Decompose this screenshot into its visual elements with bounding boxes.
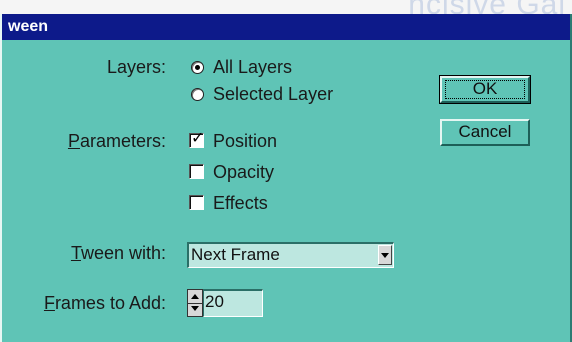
radio-all-layers[interactable] (191, 61, 204, 74)
dialog-title: ween (8, 18, 49, 35)
parameters-label-text: arameters: (79, 131, 166, 151)
parameters-label: Parameters: (62, 130, 166, 152)
check-mark-icon: ✓ (191, 130, 205, 147)
checkbox-opacity-label[interactable]: Opacity (213, 161, 274, 183)
tween-with-select[interactable]: Next Frame (187, 242, 394, 268)
tween-with-label: Tween with: (42, 242, 166, 264)
cancel-button[interactable]: Cancel (440, 119, 530, 146)
frames-to-add-input[interactable]: 20 (203, 289, 263, 317)
tween-with-label-text: ween with: (80, 243, 166, 263)
frames-stepper[interactable] (187, 289, 203, 317)
checkbox-effects-label[interactable]: Effects (213, 192, 268, 214)
checkbox-opacity[interactable] (189, 164, 204, 179)
frames-to-add-label-mnemonic: F (43, 293, 55, 313)
dialog-title-bar[interactable]: ween (2, 14, 570, 40)
cancel-button-label: Cancel (458, 122, 512, 141)
tween-with-selected-value: Next Frame (191, 245, 280, 264)
screen: ncisive Gal ween Layers: All Layers Sele… (0, 0, 572, 342)
frames-to-add-label: Frames to Add: (22, 292, 166, 314)
radio-all-layers-label[interactable]: All Layers (213, 56, 292, 78)
layers-label: Layers: (106, 57, 166, 77)
radio-selected-layer[interactable] (191, 88, 204, 101)
stepper-down-arrow-icon[interactable] (188, 303, 202, 316)
radio-selected-layer-label[interactable]: Selected Layer (213, 83, 333, 105)
stepper-up-arrow-icon[interactable] (188, 290, 202, 304)
tween-dialog: ween Layers: All Layers Selected Layer P… (0, 14, 572, 342)
chevron-down-icon[interactable] (378, 245, 392, 265)
checkbox-effects[interactable] (189, 195, 204, 210)
parameters-label-mnemonic: P (67, 131, 80, 151)
tween-with-label-mnemonic: T (70, 243, 81, 263)
ok-button[interactable]: OK (439, 75, 531, 104)
frames-to-add-label-text: rames to Add: (54, 293, 166, 313)
checkbox-position-label[interactable]: Position (213, 130, 277, 152)
checkbox-position[interactable]: ✓ (189, 130, 205, 148)
ok-button-label: OK (472, 79, 498, 98)
